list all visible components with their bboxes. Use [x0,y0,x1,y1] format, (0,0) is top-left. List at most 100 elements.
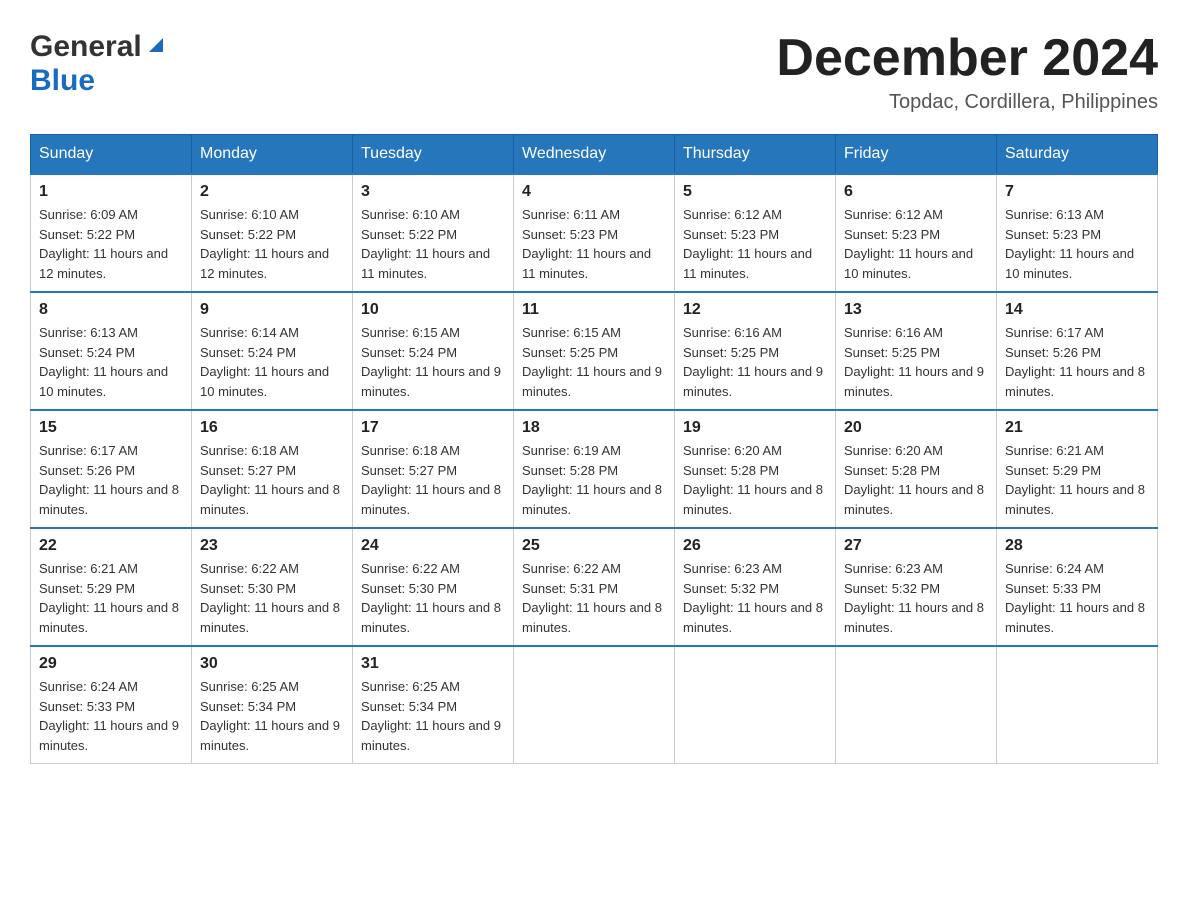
calendar-week-row: 22 Sunrise: 6:21 AMSunset: 5:29 PMDaylig… [31,528,1158,646]
calendar-week-row: 8 Sunrise: 6:13 AMSunset: 5:24 PMDayligh… [31,292,1158,410]
calendar-day-cell: 4 Sunrise: 6:11 AMSunset: 5:23 PMDayligh… [514,174,675,292]
calendar-day-cell: 1 Sunrise: 6:09 AMSunset: 5:22 PMDayligh… [31,174,192,292]
day-info: Sunrise: 6:14 AMSunset: 5:24 PMDaylight:… [200,323,344,401]
calendar-day-cell: 26 Sunrise: 6:23 AMSunset: 5:32 PMDaylig… [675,528,836,646]
day-info: Sunrise: 6:18 AMSunset: 5:27 PMDaylight:… [200,441,344,519]
calendar-week-row: 15 Sunrise: 6:17 AMSunset: 5:26 PMDaylig… [31,410,1158,528]
calendar-day-cell: 28 Sunrise: 6:24 AMSunset: 5:33 PMDaylig… [997,528,1158,646]
day-number: 11 [522,301,666,319]
day-info: Sunrise: 6:16 AMSunset: 5:25 PMDaylight:… [844,323,988,401]
calendar-day-cell: 5 Sunrise: 6:12 AMSunset: 5:23 PMDayligh… [675,174,836,292]
day-number: 3 [361,183,505,201]
day-info: Sunrise: 6:21 AMSunset: 5:29 PMDaylight:… [1005,441,1149,519]
calendar-day-cell: 25 Sunrise: 6:22 AMSunset: 5:31 PMDaylig… [514,528,675,646]
day-number: 20 [844,419,988,437]
day-info: Sunrise: 6:17 AMSunset: 5:26 PMDaylight:… [1005,323,1149,401]
calendar-day-cell: 24 Sunrise: 6:22 AMSunset: 5:30 PMDaylig… [353,528,514,646]
calendar-day-cell: 23 Sunrise: 6:22 AMSunset: 5:30 PMDaylig… [192,528,353,646]
day-number: 23 [200,537,344,555]
logo-blue-text: Blue [30,64,95,97]
calendar-day-cell: 7 Sunrise: 6:13 AMSunset: 5:23 PMDayligh… [997,174,1158,292]
calendar-col-header: Monday [192,135,353,175]
day-info: Sunrise: 6:24 AMSunset: 5:33 PMDaylight:… [39,677,183,755]
calendar-day-cell: 10 Sunrise: 6:15 AMSunset: 5:24 PMDaylig… [353,292,514,410]
day-number: 16 [200,419,344,437]
calendar-day-cell [514,646,675,764]
day-number: 2 [200,183,344,201]
day-number: 4 [522,183,666,201]
day-number: 9 [200,301,344,319]
calendar-col-header: Tuesday [353,135,514,175]
day-number: 13 [844,301,988,319]
day-number: 7 [1005,183,1149,201]
day-number: 1 [39,183,183,201]
day-info: Sunrise: 6:23 AMSunset: 5:32 PMDaylight:… [844,559,988,637]
day-number: 30 [200,655,344,673]
day-number: 27 [844,537,988,555]
day-info: Sunrise: 6:22 AMSunset: 5:30 PMDaylight:… [200,559,344,637]
calendar-day-cell: 8 Sunrise: 6:13 AMSunset: 5:24 PMDayligh… [31,292,192,410]
day-info: Sunrise: 6:09 AMSunset: 5:22 PMDaylight:… [39,205,183,283]
day-info: Sunrise: 6:17 AMSunset: 5:26 PMDaylight:… [39,441,183,519]
day-info: Sunrise: 6:20 AMSunset: 5:28 PMDaylight:… [683,441,827,519]
calendar-day-cell [675,646,836,764]
day-info: Sunrise: 6:10 AMSunset: 5:22 PMDaylight:… [200,205,344,283]
day-info: Sunrise: 6:16 AMSunset: 5:25 PMDaylight:… [683,323,827,401]
calendar-col-header: Friday [836,135,997,175]
calendar-day-cell: 17 Sunrise: 6:18 AMSunset: 5:27 PMDaylig… [353,410,514,528]
calendar-day-cell: 9 Sunrise: 6:14 AMSunset: 5:24 PMDayligh… [192,292,353,410]
month-title: December 2024 [776,30,1158,87]
day-info: Sunrise: 6:22 AMSunset: 5:31 PMDaylight:… [522,559,666,637]
calendar-day-cell: 18 Sunrise: 6:19 AMSunset: 5:28 PMDaylig… [514,410,675,528]
day-number: 25 [522,537,666,555]
calendar-col-header: Wednesday [514,135,675,175]
day-info: Sunrise: 6:12 AMSunset: 5:23 PMDaylight:… [683,205,827,283]
day-info: Sunrise: 6:25 AMSunset: 5:34 PMDaylight:… [361,677,505,755]
day-info: Sunrise: 6:13 AMSunset: 5:24 PMDaylight:… [39,323,183,401]
calendar-day-cell: 30 Sunrise: 6:25 AMSunset: 5:34 PMDaylig… [192,646,353,764]
day-info: Sunrise: 6:18 AMSunset: 5:27 PMDaylight:… [361,441,505,519]
day-info: Sunrise: 6:25 AMSunset: 5:34 PMDaylight:… [200,677,344,755]
day-info: Sunrise: 6:20 AMSunset: 5:28 PMDaylight:… [844,441,988,519]
calendar-day-cell: 31 Sunrise: 6:25 AMSunset: 5:34 PMDaylig… [353,646,514,764]
day-info: Sunrise: 6:15 AMSunset: 5:25 PMDaylight:… [522,323,666,401]
calendar-day-cell: 19 Sunrise: 6:20 AMSunset: 5:28 PMDaylig… [675,410,836,528]
calendar-day-cell: 16 Sunrise: 6:18 AMSunset: 5:27 PMDaylig… [192,410,353,528]
day-info: Sunrise: 6:15 AMSunset: 5:24 PMDaylight:… [361,323,505,401]
calendar-day-cell: 21 Sunrise: 6:21 AMSunset: 5:29 PMDaylig… [997,410,1158,528]
calendar-day-cell: 2 Sunrise: 6:10 AMSunset: 5:22 PMDayligh… [192,174,353,292]
day-info: Sunrise: 6:19 AMSunset: 5:28 PMDaylight:… [522,441,666,519]
day-info: Sunrise: 6:10 AMSunset: 5:22 PMDaylight:… [361,205,505,283]
title-block: December 2024 Topdac, Cordillera, Philip… [776,30,1158,114]
calendar-day-cell: 13 Sunrise: 6:16 AMSunset: 5:25 PMDaylig… [836,292,997,410]
logo: General Blue [30,30,167,98]
day-number: 10 [361,301,505,319]
day-info: Sunrise: 6:22 AMSunset: 5:30 PMDaylight:… [361,559,505,637]
calendar-week-row: 29 Sunrise: 6:24 AMSunset: 5:33 PMDaylig… [31,646,1158,764]
day-number: 21 [1005,419,1149,437]
calendar-day-cell: 11 Sunrise: 6:15 AMSunset: 5:25 PMDaylig… [514,292,675,410]
day-info: Sunrise: 6:21 AMSunset: 5:29 PMDaylight:… [39,559,183,637]
day-info: Sunrise: 6:24 AMSunset: 5:33 PMDaylight:… [1005,559,1149,637]
calendar-day-cell [836,646,997,764]
day-number: 22 [39,537,183,555]
calendar-week-row: 1 Sunrise: 6:09 AMSunset: 5:22 PMDayligh… [31,174,1158,292]
logo-general-text: General [30,30,142,64]
day-number: 29 [39,655,183,673]
day-number: 17 [361,419,505,437]
day-number: 31 [361,655,505,673]
calendar-day-cell [997,646,1158,764]
day-number: 6 [844,183,988,201]
day-info: Sunrise: 6:13 AMSunset: 5:23 PMDaylight:… [1005,205,1149,283]
calendar-day-cell: 14 Sunrise: 6:17 AMSunset: 5:26 PMDaylig… [997,292,1158,410]
calendar-col-header: Thursday [675,135,836,175]
calendar-col-header: Sunday [31,135,192,175]
day-number: 24 [361,537,505,555]
page-header: General Blue December 2024 Topdac, Cordi… [30,30,1158,114]
calendar-day-cell: 27 Sunrise: 6:23 AMSunset: 5:32 PMDaylig… [836,528,997,646]
logo-triangle-icon [145,34,167,56]
day-number: 14 [1005,301,1149,319]
calendar-day-cell: 12 Sunrise: 6:16 AMSunset: 5:25 PMDaylig… [675,292,836,410]
calendar-table: SundayMondayTuesdayWednesdayThursdayFrid… [30,134,1158,764]
location-subtitle: Topdac, Cordillera, Philippines [776,91,1158,114]
